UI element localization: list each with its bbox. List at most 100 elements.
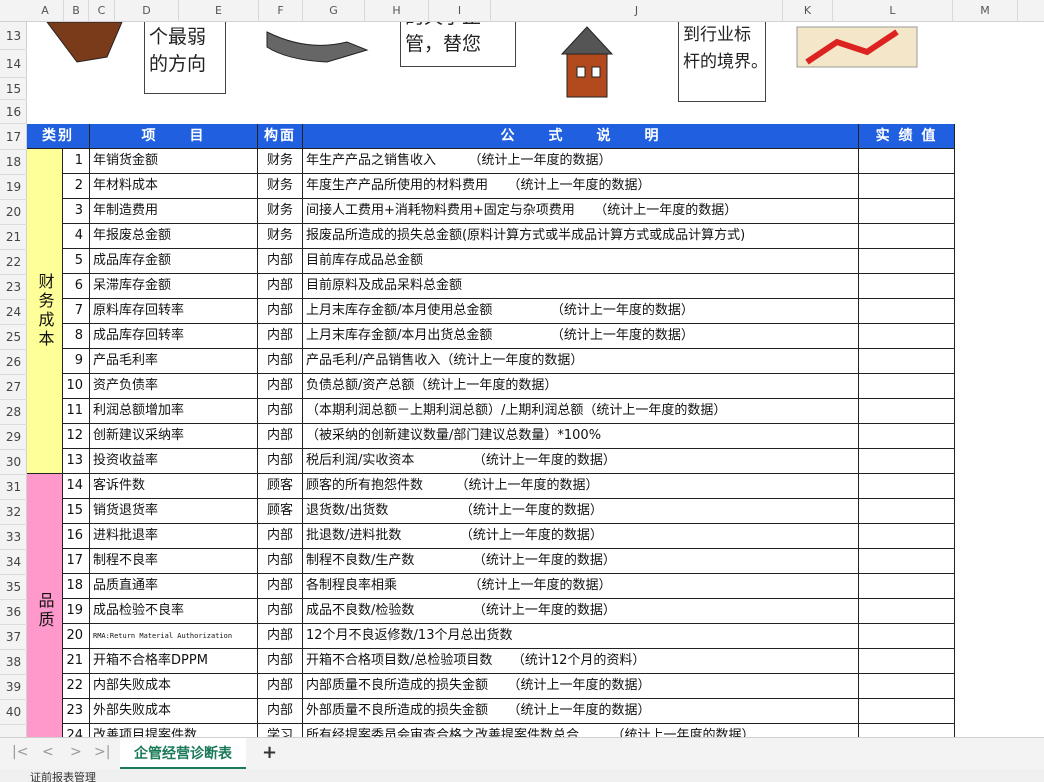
column-header-L[interactable]: L [833, 0, 953, 22]
actual-value-cell[interactable] [859, 249, 955, 274]
actual-value-cell[interactable] [859, 149, 955, 174]
formula-cell[interactable]: 内部质量不良所造成的损失金额 （统计上一年度的数据） [303, 674, 859, 699]
actual-value-cell[interactable] [859, 724, 955, 737]
row-header-38[interactable]: 38 [0, 650, 27, 675]
column-header-A[interactable]: A [27, 0, 64, 22]
dimension-cell[interactable]: 内部 [258, 424, 303, 449]
formula-cell[interactable]: 负债总额/资产总额（统计上一年度的数据） [303, 374, 859, 399]
formula-cell[interactable]: 税后利润/实收资本 （统计上一年度的数据） [303, 449, 859, 474]
item-cell[interactable]: 创新建议采纳率 [90, 424, 258, 449]
row-number-cell[interactable]: 13 [63, 449, 90, 474]
dimension-cell[interactable]: 内部 [258, 574, 303, 599]
row-number-cell[interactable]: 14 [63, 474, 90, 499]
item-cell[interactable]: 原料库存回转率 [90, 299, 258, 324]
column-header-C[interactable]: C [89, 0, 115, 22]
row-number-cell[interactable]: 9 [63, 349, 90, 374]
row-header-17[interactable]: 17 [0, 125, 27, 150]
formula-cell[interactable]: 批退数/进料批数 （统计上一年度的数据） [303, 524, 859, 549]
formula-cell[interactable]: 上月末库存金额/本月使用总金额 （统计上一年度的数据） [303, 299, 859, 324]
row-number-cell[interactable]: 3 [63, 199, 90, 224]
row-header-19[interactable]: 19 [0, 175, 27, 200]
item-cell[interactable]: 产品毛利率 [90, 349, 258, 374]
dimension-cell[interactable]: 内部 [258, 274, 303, 299]
header-category[interactable]: 类别 [27, 124, 90, 149]
actual-value-cell[interactable] [859, 549, 955, 574]
column-header-K[interactable]: K [783, 0, 833, 22]
dimension-cell[interactable]: 学习 [258, 724, 303, 737]
formula-cell[interactable]: 目前库存成品总金额 [303, 249, 859, 274]
row-header-14[interactable]: 14 [0, 50, 27, 78]
item-cell[interactable]: 品质直通率 [90, 574, 258, 599]
actual-value-cell[interactable] [859, 399, 955, 424]
dimension-cell[interactable]: 内部 [258, 549, 303, 574]
row-number-cell[interactable]: 22 [63, 674, 90, 699]
formula-cell[interactable]: 间接人工费用+消耗物料费用+固定与杂项费用 （统计上一年度的数据） [303, 199, 859, 224]
column-header-M[interactable]: M [953, 0, 1018, 22]
actual-value-cell[interactable] [859, 574, 955, 599]
item-cell[interactable]: 呆滞库存金额 [90, 274, 258, 299]
row-header-28[interactable]: 28 [0, 400, 27, 425]
header-dimension[interactable]: 构面 [258, 124, 303, 149]
item-cell[interactable]: 外部失败成本 [90, 699, 258, 724]
row-header-13[interactable]: 13 [0, 22, 27, 50]
row-header-27[interactable]: 27 [0, 375, 27, 400]
row-header-33[interactable]: 33 [0, 525, 27, 550]
dimension-cell[interactable]: 顾客 [258, 474, 303, 499]
row-number-cell[interactable]: 8 [63, 324, 90, 349]
formula-cell[interactable]: 上月末库存金额/本月出货总金额 （统计上一年度的数据） [303, 324, 859, 349]
row-number-cell[interactable]: 23 [63, 699, 90, 724]
add-sheet-button[interactable]: + [262, 742, 277, 763]
item-cell[interactable]: 改善项目提案件数 [90, 724, 258, 737]
dimension-cell[interactable]: 顾客 [258, 499, 303, 524]
category-finance[interactable]: 财务成本 [27, 149, 63, 474]
item-cell[interactable]: 内部失败成本 [90, 674, 258, 699]
formula-cell[interactable]: 12个月不良返修数/13个月总出货数 [303, 624, 859, 649]
row-header-23[interactable]: 23 [0, 275, 27, 300]
item-cell[interactable]: 进料批退率 [90, 524, 258, 549]
item-cell[interactable]: 年制造费用 [90, 199, 258, 224]
item-cell[interactable]: 客诉件数 [90, 474, 258, 499]
formula-cell[interactable]: 年度生产产品所使用的材料费用 （统计上一年度的数据） [303, 174, 859, 199]
item-cell[interactable]: 销货退货率 [90, 499, 258, 524]
item-cell[interactable]: 成品库存金额 [90, 249, 258, 274]
row-header-30[interactable]: 30 [0, 450, 27, 475]
column-header-B[interactable]: B [64, 0, 89, 22]
actual-value-cell[interactable] [859, 699, 955, 724]
dimension-cell[interactable]: 内部 [258, 349, 303, 374]
formula-cell[interactable]: 顾客的所有抱怨件数 （统计上一年度的数据） [303, 474, 859, 499]
last-sheet-button[interactable]: >| [94, 744, 110, 760]
dimension-cell[interactable]: 财务 [258, 199, 303, 224]
header-actual[interactable]: 实 绩 值 [859, 124, 955, 149]
item-cell[interactable]: RMA:Return Material Authorization [90, 624, 258, 649]
item-cell[interactable]: 成品库存回转率 [90, 324, 258, 349]
formula-cell[interactable]: 报废品所造成的损失总金额(原料计算方式或半成品计算方式或成品计算方式) [303, 224, 859, 249]
row-header-34[interactable]: 34 [0, 550, 27, 575]
actual-value-cell[interactable] [859, 649, 955, 674]
formula-cell[interactable]: 年生产产品之销售收入 （统计上一年度的数据） [303, 149, 859, 174]
row-header-40[interactable]: 40 [0, 700, 27, 725]
row-number-cell[interactable]: 21 [63, 649, 90, 674]
formula-cell[interactable]: 退货数/出货数 （统计上一年度的数据） [303, 499, 859, 524]
row-header-35[interactable]: 35 [0, 575, 27, 600]
actual-value-cell[interactable] [859, 624, 955, 649]
actual-value-cell[interactable] [859, 499, 955, 524]
item-cell[interactable]: 投资收益率 [90, 449, 258, 474]
header-item[interactable]: 项 目 [90, 124, 258, 149]
next-sheet-button[interactable]: > [70, 744, 82, 760]
dimension-cell[interactable]: 内部 [258, 249, 303, 274]
first-sheet-button[interactable]: |< [12, 744, 28, 760]
row-number-cell[interactable]: 2 [63, 174, 90, 199]
column-header-H[interactable]: H [365, 0, 429, 22]
actual-value-cell[interactable] [859, 199, 955, 224]
dimension-cell[interactable]: 财务 [258, 174, 303, 199]
row-header-31[interactable]: 31 [0, 475, 27, 500]
actual-value-cell[interactable] [859, 424, 955, 449]
row-header-20[interactable]: 20 [0, 200, 27, 225]
row-header-29[interactable]: 29 [0, 425, 27, 450]
row-header-18[interactable]: 18 [0, 150, 27, 175]
formula-cell[interactable]: 外部质量不良所造成的损失金额 （统计上一年度的数据） [303, 699, 859, 724]
row-number-cell[interactable]: 7 [63, 299, 90, 324]
actual-value-cell[interactable] [859, 374, 955, 399]
item-cell[interactable]: 资产负债率 [90, 374, 258, 399]
dimension-cell[interactable]: 内部 [258, 624, 303, 649]
